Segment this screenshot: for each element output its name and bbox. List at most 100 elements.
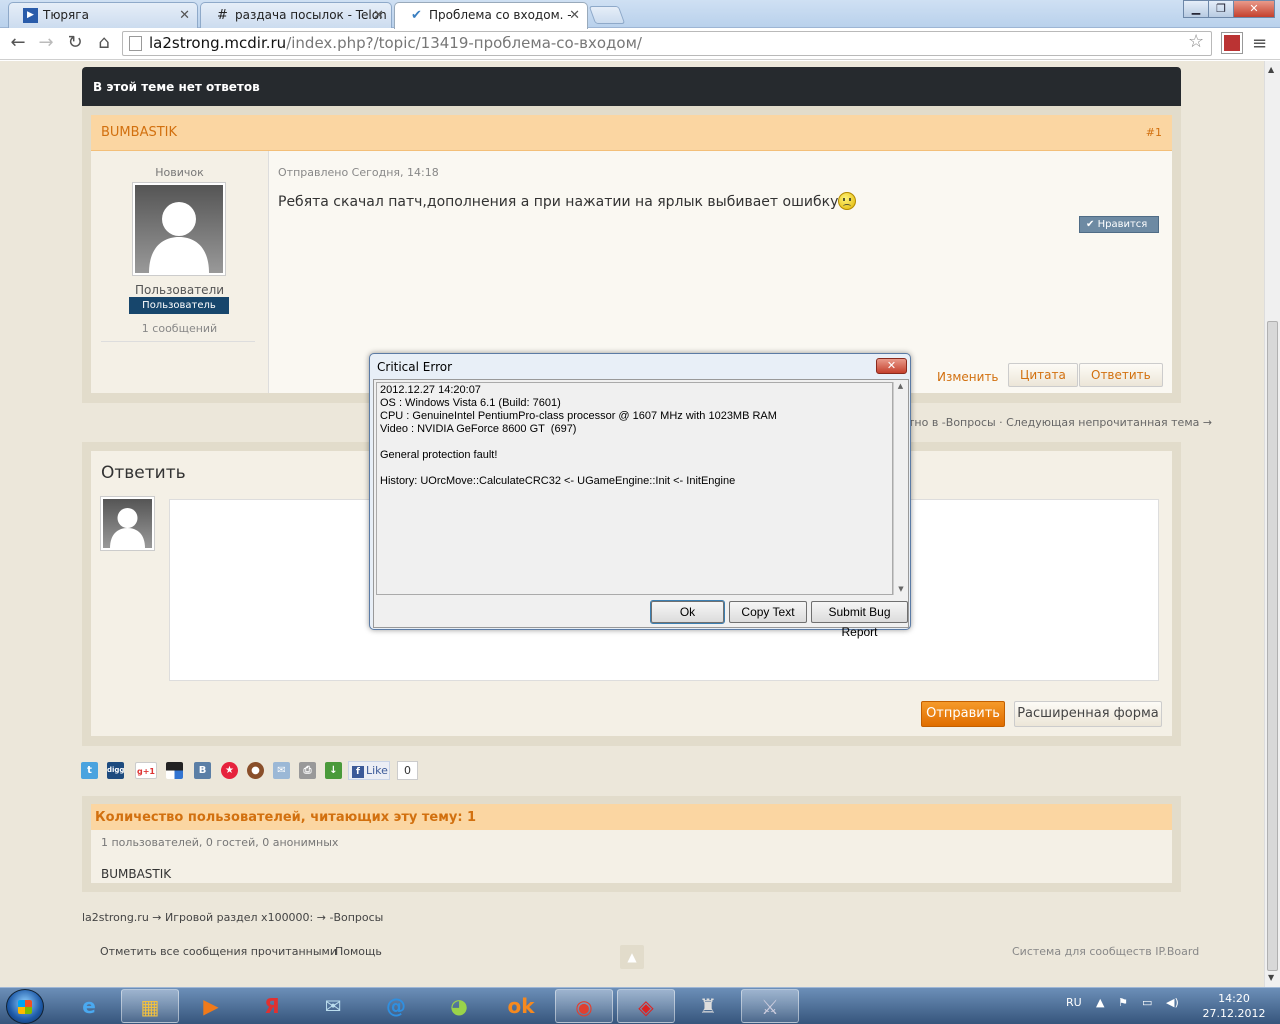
system-clock[interactable]: 14:20 27.12.2012 [1196,991,1272,1021]
delicious-icon[interactable] [166,762,183,779]
digg-icon[interactable]: digg [107,762,124,779]
scroll-up-icon[interactable]: ▲ [1268,65,1274,74]
download-icon[interactable]: ↓ [325,762,342,779]
check-icon: ✔ [1086,219,1095,230]
author-info: Новичок Пользователи Пользователь 1 сооб… [91,151,268,393]
agent-icon[interactable]: ◕ [430,989,488,1023]
network-icon[interactable]: ▭ [1142,996,1152,1009]
edit-button[interactable]: Изменить [937,366,999,388]
lineage-icon[interactable]: ⚔ [741,989,799,1023]
advanced-form-button[interactable]: Расширенная форма [1014,701,1162,727]
mark-all-read-link[interactable]: Отметить все сообщения прочитанными [100,945,337,958]
back-to-top-icon[interactable]: ▲ [620,945,644,969]
email-icon[interactable]: ✉ [273,762,290,779]
user-rank: Новичок [155,166,204,179]
avatar[interactable] [132,182,226,276]
new-tab-button[interactable] [588,6,626,24]
ok-button[interactable]: Ok [650,600,725,624]
tab-problema[interactable]: ✔ Проблема со входом. - ✕ [394,2,588,29]
extension-icon[interactable] [1221,32,1243,54]
mail-icon[interactable]: ✉ [304,989,362,1023]
menu-icon[interactable]: ≡ [1252,33,1267,54]
maximize-button[interactable]: ❐ [1208,0,1234,18]
volume-icon[interactable]: ◀) [1166,996,1179,1009]
user-group: Пользователи [134,283,225,297]
start-button[interactable] [6,989,44,1024]
yandex-icon[interactable]: Я [243,989,301,1023]
reload-icon[interactable]: ↻ [63,31,87,55]
close-icon[interactable]: ✕ [569,8,580,23]
scroll-down-icon[interactable]: ▼ [1268,973,1274,982]
like-button[interactable]: ✔ Нравится [1079,216,1159,233]
like-label: Нравится [1097,219,1148,230]
page-icon [129,36,142,51]
dialog-title: Critical Error [377,360,453,374]
reply-button[interactable]: Ответить [1079,363,1163,387]
address-bar[interactable]: la2strong.mcdir.ru/index.php?/topic/1341… [122,31,1212,56]
post-author[interactable]: BUMBASTIK [101,125,177,140]
google-plus-icon[interactable]: g+1 [135,762,157,779]
sad-smiley-icon [838,192,857,210]
hash-icon: # [217,8,228,23]
close-icon[interactable]: ✕ [373,8,384,23]
action-center-icon[interactable]: ⚑ [1118,996,1128,1009]
page-scrollbar[interactable]: ▲ ▼ [1264,61,1280,987]
chrome-icon[interactable]: ◉ [555,989,613,1023]
tab-razdacha[interactable]: # раздача посылок - Telon ✕ [200,2,392,28]
forward-icon[interactable]: → [34,31,58,55]
print-icon[interactable]: ⎙ [299,762,316,779]
error-text[interactable]: 2012.12.27 14:20:07 OS : Windows Vista 6… [376,382,893,595]
close-icon[interactable]: ✕ [179,8,190,23]
dialog-scrollbar[interactable]: ▲ ▼ [893,382,907,595]
send-button[interactable]: Отправить [921,701,1005,727]
language-indicator[interactable]: RU [1066,996,1082,1009]
user-silhouette-icon [149,202,209,273]
internet-explorer-icon[interactable]: e [60,989,118,1023]
user-silhouette-icon [110,508,145,548]
scroll-down-icon[interactable]: ▼ [894,585,908,593]
media-player-icon[interactable]: ▶ [182,989,240,1023]
dialog-close-button[interactable]: ✕ [876,358,907,374]
facebook-icon: f [352,766,364,778]
at-mail-icon[interactable]: @ [367,989,425,1023]
facebook-like-count: 0 [397,761,418,780]
minimize-button[interactable]: ▁ [1183,0,1209,18]
twitter-icon[interactable]: t [81,762,98,779]
bookmark-star-icon[interactable]: ☆ [1188,31,1204,52]
post-number[interactable]: #1 [1146,126,1162,139]
show-hidden-icons[interactable]: ▲ [1096,996,1104,1009]
play-icon: ▶ [23,8,38,23]
help-link[interactable]: Помощь [335,945,382,958]
post-message: Ребята скачал патч,дополнения а при нажа… [278,192,857,210]
tab-title: Тюряга [43,8,89,22]
tab-title: Проблема со входом. - [429,8,572,22]
breadcrumb[interactable]: la2strong.ru → Игровой раздел x100000: →… [82,911,383,924]
tab-tyuryaga[interactable]: ▶ Тюряга ✕ [8,2,198,28]
vkontakte-icon[interactable]: B [194,762,211,779]
home-icon[interactable]: ⌂ [92,31,116,55]
star-icon[interactable]: ★ [221,762,238,779]
odnoklassniki-icon[interactable]: ok [492,989,550,1023]
powered-by[interactable]: Система для сообществ IP.Board [1012,945,1199,958]
viewers-title: Количество пользователей, читающих эту т… [91,804,1172,830]
avatar [100,496,155,551]
file-explorer-icon[interactable]: ▦ [121,989,179,1023]
topic-navigation[interactable]: тно в -Вопросы · Следующая непрочитанная… [908,416,1212,429]
robot-icon[interactable]: ♜ [679,989,737,1023]
taskbar: e ▦ ▶ Я ✉ @ ◕ ok ◉ ◈ ♜ ⚔ RU ▲ ⚑ ▭ ◀) 14:… [0,987,1280,1024]
copy-text-button[interactable]: Copy Text [729,601,807,623]
scrollbar-thumb[interactable] [1267,321,1278,971]
viewers-names[interactable]: BUMBASTIK [101,867,171,881]
back-icon[interactable]: ← [6,31,30,55]
tab-title: раздача посылок - Telon [235,8,387,22]
game-client-icon[interactable]: ◈ [617,989,675,1023]
browser-toolbar: ← → ↻ ⌂ la2strong.mcdir.ru/index.php?/to… [0,28,1280,60]
submit-bug-report-button[interactable]: Submit Bug Report [811,601,908,639]
scroll-up-icon[interactable]: ▲ [894,382,907,390]
bookmark-icon[interactable]: ● [247,762,264,779]
dialog-body: 2012.12.27 14:20:07 OS : Windows Vista 6… [373,379,909,639]
window-close-button[interactable]: ✕ [1233,0,1275,18]
quote-button[interactable]: Цитата [1008,363,1078,387]
facebook-like-button[interactable]: f Like [348,761,390,780]
viewers-counts: 1 пользователей, 0 гостей, 0 анонимных [101,836,339,849]
